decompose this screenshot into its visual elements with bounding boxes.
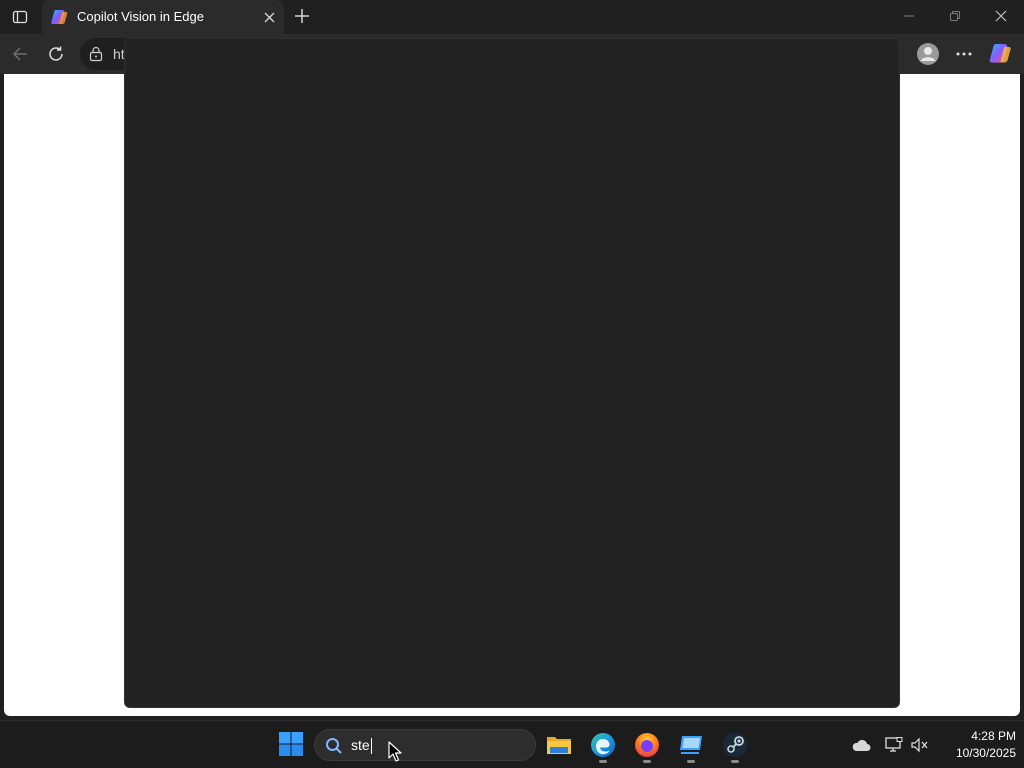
- minimize-button[interactable]: [886, 0, 932, 32]
- running-indicator: [643, 760, 651, 763]
- profile-icon: [917, 43, 939, 65]
- remote-desktop-icon: [680, 736, 702, 754]
- copilot-icon: [51, 10, 68, 24]
- network-tray-button[interactable]: [884, 735, 904, 755]
- remote-desktop-taskbar-button[interactable]: [673, 727, 709, 763]
- back-arrow-icon: [12, 47, 27, 61]
- plus-icon: [295, 9, 309, 23]
- refresh-button[interactable]: [41, 39, 71, 69]
- more-options-button[interactable]: [949, 39, 979, 69]
- search-icon: [326, 738, 342, 754]
- copilot-button[interactable]: [986, 39, 1016, 69]
- steam-icon: [723, 733, 747, 757]
- back-button[interactable]: [5, 39, 35, 69]
- search-input[interactable]: [351, 731, 521, 759]
- folder-icon: [547, 737, 571, 754]
- mouse-pointer-icon: [388, 741, 402, 762]
- profile-button[interactable]: [913, 39, 943, 69]
- cloud-icon: [852, 739, 871, 751]
- browser-titlebar: Copilot Vision in Edge: [0, 0, 1024, 34]
- clock-time: 4:28 PM: [971, 729, 1016, 743]
- taskbar-clock[interactable]: 4:28 PM 10/30/2025: [936, 728, 1016, 762]
- address-url: ht: [113, 46, 125, 62]
- minimize-icon: [904, 15, 914, 17]
- network-icon: [885, 737, 903, 752]
- tab-actions-icon: [12, 10, 28, 24]
- steam-taskbar-button[interactable]: [717, 727, 753, 763]
- running-indicator: [599, 760, 607, 763]
- refresh-icon: [49, 46, 63, 61]
- running-indicator: [687, 760, 695, 763]
- tab-close-button[interactable]: [260, 8, 278, 26]
- more-icon: [956, 52, 972, 56]
- browser-tab-active[interactable]: Copilot Vision in Edge: [42, 0, 284, 34]
- windows-taskbar: 4:28 PM 10/30/2025: [0, 720, 1024, 768]
- restore-icon: [950, 11, 960, 21]
- running-indicator: [731, 760, 739, 763]
- volume-tray-button[interactable]: [910, 735, 930, 755]
- edge-taskbar-button[interactable]: [585, 727, 621, 763]
- close-icon: [995, 10, 1007, 22]
- lock-icon: [89, 46, 103, 62]
- windows-icon: [279, 732, 303, 756]
- file-explorer-button[interactable]: [541, 727, 577, 763]
- copilot-icon: [989, 44, 1011, 63]
- tab-title: Copilot Vision in Edge: [77, 9, 204, 24]
- taskbar-search-box[interactable]: [314, 729, 536, 761]
- start-button[interactable]: [276, 729, 306, 759]
- restore-button[interactable]: [932, 0, 978, 32]
- firefox-taskbar-button[interactable]: [629, 727, 665, 763]
- edge-icon: [591, 733, 615, 757]
- firefox-icon: [635, 733, 659, 757]
- tab-actions-button[interactable]: [6, 4, 34, 30]
- close-icon: [264, 12, 274, 22]
- new-tab-button[interactable]: [290, 4, 314, 28]
- window-close-button[interactable]: [978, 0, 1024, 32]
- copilot-vision-overlay: [124, 38, 900, 708]
- text-caret: [371, 738, 372, 754]
- onedrive-tray-button[interactable]: [851, 735, 871, 755]
- clock-date: 10/30/2025: [955, 746, 1016, 760]
- volume-muted-icon: [911, 737, 928, 753]
